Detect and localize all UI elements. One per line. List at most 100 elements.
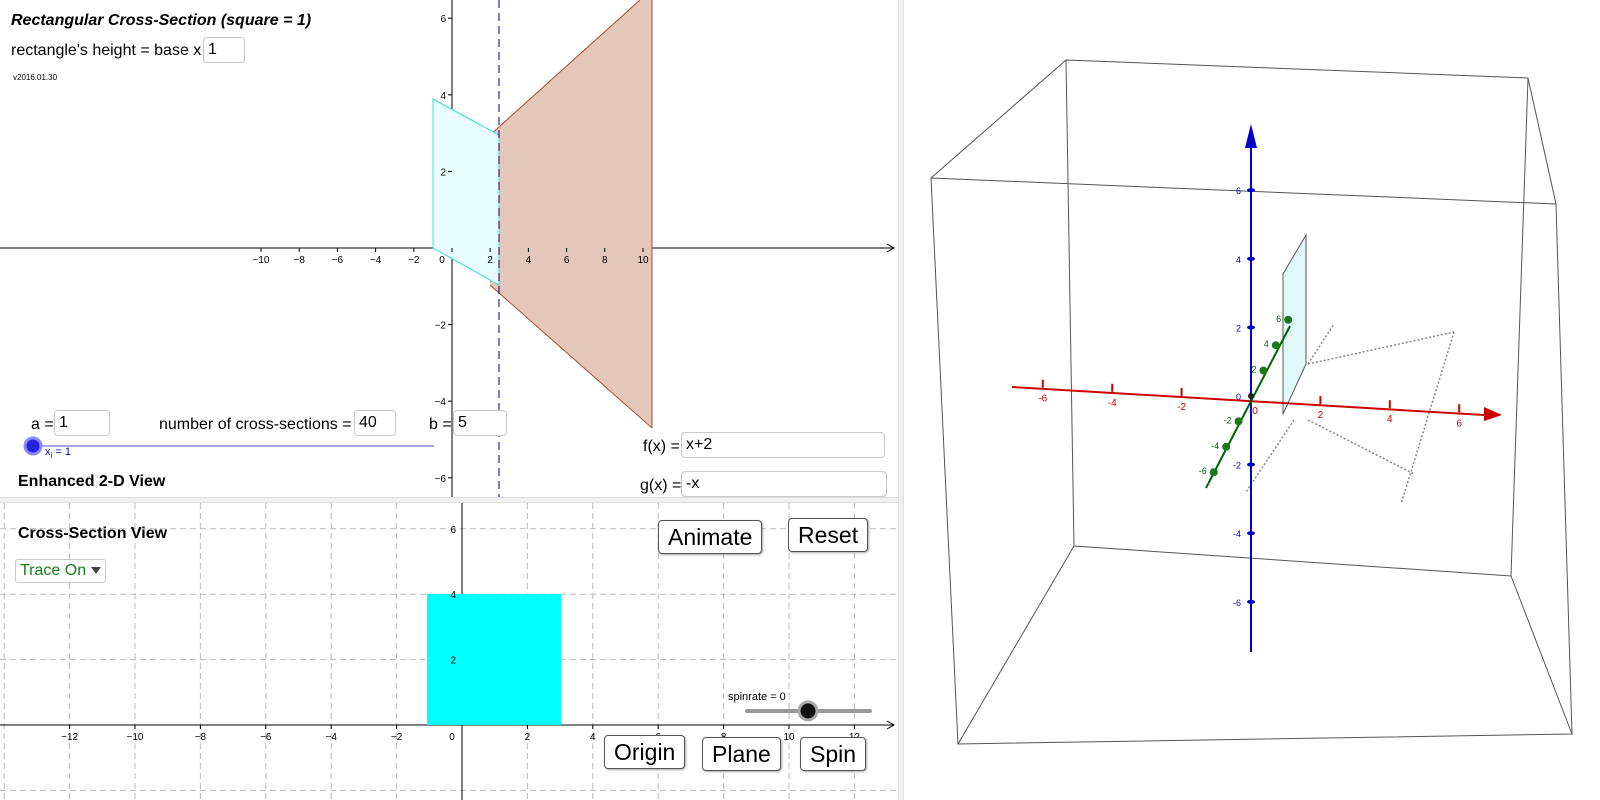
fx-input[interactable]: x+2 <box>681 432 885 458</box>
graphics-3d-view[interactable]: -6 -4 -2 0 2 4 6 6 4 2 0 -2 -4 -6 6 4 2 -2 -4 -6 <box>904 0 1600 800</box>
x-tick-label-3d: 6 <box>1456 418 1462 429</box>
x-tick-label-3d: 0 <box>1252 406 1258 417</box>
y-tick-label: −4 <box>435 397 447 408</box>
x-tick-label-3d: 2 <box>1318 410 1324 421</box>
3d-graph[interactable]: -6 -4 -2 0 2 4 6 6 4 2 0 -2 -4 -6 6 4 2 -2 -4 -6 <box>904 0 1600 800</box>
enhanced-2d-view-label: Enhanced 2-D View <box>18 473 166 490</box>
y-tick-3d <box>1209 468 1218 477</box>
x-axis-3d-arrow <box>1484 407 1502 421</box>
height-ratio-input[interactable]: 1 <box>203 37 245 63</box>
x-i-slider-handle[interactable] <box>23 436 43 456</box>
x-tick-label-3d: -6 <box>1038 394 1047 405</box>
z-tick-label-3d: 0 <box>1236 392 1241 402</box>
cross-section-3d <box>1282 233 1307 415</box>
y-tick-label-3d: -4 <box>1211 441 1219 451</box>
animate-button[interactable]: Animate <box>658 520 763 554</box>
y-tick-label-3d: 6 <box>1276 314 1281 324</box>
enhanced-2d-view[interactable]: −10 −8 −6 −4 −2 0 2 4 6 8 10 6 4 2 −2 −4 −6 Rectangular… <box>0 0 898 497</box>
x-tick-label: −8 <box>195 732 207 743</box>
y-tick-3d <box>1222 442 1231 451</box>
z-tick-label-3d: 6 <box>1236 186 1241 196</box>
z-tick-3d <box>1247 599 1255 604</box>
y-tick-label: 4 <box>440 91 446 102</box>
x-tick-label: 10 <box>637 255 649 266</box>
gx-label: g(x) = <box>640 477 682 494</box>
version-text: v2016.01.30 <box>13 73 58 82</box>
x-tick-label: 6 <box>564 255 570 266</box>
page-title: Rectangular Cross-Section (square = 1) <box>11 12 312 29</box>
z-axis-3d-arrow <box>1245 124 1257 148</box>
z-tick-3d <box>1247 188 1255 193</box>
y-tick-3d <box>1234 417 1243 426</box>
x-tick-label-3d: 4 <box>1387 414 1393 425</box>
x-tick-label: −6 <box>260 732 272 743</box>
x-axis-3d <box>1011 386 1485 416</box>
x-tick-label: −10 <box>253 255 270 266</box>
cross-section-view-title: Cross-Section View <box>18 525 168 542</box>
y-tick-labels-3d: 6 4 2 -2 -4 -6 <box>1199 314 1293 477</box>
z-tick-3d <box>1247 256 1255 261</box>
y-tick-label: 4 <box>450 590 456 601</box>
fx-label: f(x) = <box>643 438 680 455</box>
x-tick-label: 2 <box>487 255 493 266</box>
x-tick-label-3d: -2 <box>1177 402 1186 413</box>
n-cross-sections-label: number of cross-sections = <box>159 416 352 433</box>
y-tick-label: −6 <box>435 474 447 485</box>
x-i-slider-label: xi = 1 <box>45 446 71 461</box>
cross-section-view[interactable]: −12−10−8−6−4−2024681012 642 Cross-Sectio… <box>0 503 898 800</box>
x-tick-label: 0 <box>449 732 455 743</box>
a-label: a = <box>31 416 54 433</box>
y-tick-label: 2 <box>450 656 456 667</box>
n-cross-sections-input[interactable]: 40 <box>354 410 396 436</box>
y-tick-label: −2 <box>435 321 447 332</box>
z-tick-3d <box>1247 531 1255 536</box>
y-tick-3d <box>1271 341 1280 350</box>
a-input[interactable]: 1 <box>54 410 110 436</box>
gx-input[interactable]: -x <box>681 471 887 497</box>
cross-section-square <box>427 594 561 725</box>
x-tick-label: −4 <box>325 732 337 743</box>
y-tick-3d <box>1259 366 1268 375</box>
y-tick-label: 6 <box>440 14 446 25</box>
region-between-curves <box>490 0 652 428</box>
b-label: b = <box>429 416 452 433</box>
z-tick-label-3d: 2 <box>1236 323 1241 333</box>
x-tick-label: 8 <box>602 255 608 266</box>
b-input[interactable]: 5 <box>453 410 507 436</box>
x-tick-label: −6 <box>332 255 344 266</box>
x-tick-label: 4 <box>526 255 532 266</box>
spinrate-label: spinrate = 0 <box>728 691 786 703</box>
z-tick-label-3d: -6 <box>1233 598 1241 608</box>
x-tick-label: −12 <box>61 732 78 743</box>
z-tick-3d <box>1247 325 1255 330</box>
x-tick-label: 4 <box>590 732 596 743</box>
y-tick-label: 6 <box>450 525 456 536</box>
spinrate-slider-handle[interactable] <box>797 700 819 722</box>
x-tick-label: −4 <box>370 255 382 266</box>
x-tick-label: 0 <box>439 255 445 266</box>
x-tick-label: −2 <box>391 732 403 743</box>
y-tick-3d <box>1284 315 1293 324</box>
y-tick-label-3d: 4 <box>1264 339 1269 349</box>
z-tick-label-3d: 4 <box>1236 255 1241 265</box>
x-tick-label-3d: -4 <box>1108 398 1117 409</box>
y-tick-label: 2 <box>440 167 446 178</box>
x-tick-label: 10 <box>783 732 795 743</box>
chevron-down-icon <box>91 567 102 575</box>
trace-dropdown-value: Trace On <box>20 562 87 579</box>
y-tick-label-3d: -6 <box>1199 466 1207 476</box>
trace-dropdown[interactable]: Trace On <box>15 559 107 583</box>
z-tick-label-3d: -2 <box>1233 461 1241 471</box>
x-tick-label: −2 <box>408 255 420 266</box>
height-ratio-label: rectangle's height = base x <box>11 42 202 59</box>
origin-button[interactable]: Origin <box>604 735 686 769</box>
x-tick-label: −8 <box>293 255 305 266</box>
plane-button[interactable]: Plane <box>702 737 781 771</box>
spin-button[interactable]: Spin <box>800 737 867 771</box>
origin-point-3d <box>1248 393 1254 399</box>
x-tick-label: −10 <box>127 732 144 743</box>
z-tick-label-3d: -4 <box>1233 529 1241 539</box>
y-tick-label-3d: 2 <box>1251 365 1256 375</box>
y-tick-label-3d: -2 <box>1224 415 1232 425</box>
reset-button[interactable]: Reset <box>788 518 869 552</box>
